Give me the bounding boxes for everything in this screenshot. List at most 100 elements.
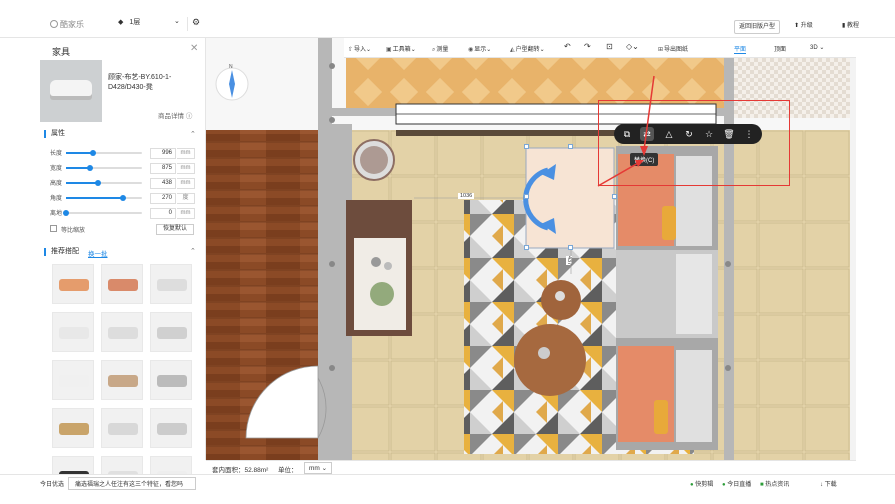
rec-item[interactable] xyxy=(101,312,143,352)
rec-item[interactable] xyxy=(150,408,192,448)
prop-label: 高度 xyxy=(50,181,63,187)
refresh-rec-link[interactable]: 换一批 xyxy=(88,248,108,258)
annotation-arrows xyxy=(597,75,655,187)
slider-fill xyxy=(66,197,123,199)
slider-knob[interactable] xyxy=(87,165,94,171)
prop-value[interactable]: 875 xyxy=(150,163,176,174)
slider-knob[interactable] xyxy=(90,150,97,156)
chevron-up-icon[interactable]: ⌃ xyxy=(190,247,196,255)
view-tabs: 平面 顶面 3D ⌄ xyxy=(726,38,856,58)
redo-icon[interactable]: ↷ xyxy=(584,42,591,51)
resize-handle[interactable] xyxy=(524,144,529,149)
prop-value[interactable]: 438 xyxy=(150,178,176,189)
floor-label: 1层 xyxy=(129,19,141,26)
rec-item[interactable] xyxy=(150,264,192,304)
app-window: 酷家乐 ◆ 1层 ⌄ ⚙ 返回旧版户型 ⬆ 升级 ▮ 教程 家具 ✕ 顾家-布艺… xyxy=(0,0,895,504)
tab-ceiling[interactable]: 顶面 xyxy=(774,44,786,53)
quick-edit[interactable]: ● 快剪辑 xyxy=(690,479,713,488)
rec-item-image xyxy=(157,279,187,291)
logo[interactable]: 酷家乐 xyxy=(50,19,84,30)
display-button[interactable]: ◉显示⌄ xyxy=(468,44,491,53)
rec-item[interactable] xyxy=(52,408,94,448)
rec-item-image xyxy=(59,375,89,387)
rec-item-image xyxy=(108,423,138,435)
product-detail-link[interactable]: 商品详情 ⓘ xyxy=(158,110,192,120)
return-old-button[interactable]: 返回旧版户型 xyxy=(734,20,781,34)
chevron-up-icon[interactable]: ⌃ xyxy=(190,130,196,138)
prop-unit: mm xyxy=(177,208,195,219)
tab-plan[interactable]: 平面 xyxy=(734,44,747,54)
hot-news[interactable]: ■ 热点资讯 xyxy=(760,479,789,488)
rec-header: 推荐搭配 xyxy=(44,248,79,256)
prop-value[interactable]: 270 xyxy=(150,193,176,204)
prop-slider[interactable] xyxy=(63,210,142,216)
import-icon: ⇧ xyxy=(348,47,354,53)
toolbox-icon: ▣ xyxy=(386,47,392,53)
lock-ratio-label: 等比缩放 xyxy=(61,228,86,234)
slider-knob[interactable] xyxy=(63,210,69,216)
lock-ratio-checkbox[interactable] xyxy=(50,225,57,232)
undo-icon[interactable]: ↶ xyxy=(564,42,571,51)
rec-item-image xyxy=(157,423,187,435)
measure-icon: ⌕ xyxy=(432,47,436,53)
prop-slider[interactable] xyxy=(66,165,142,171)
check-icon: ● xyxy=(690,482,694,488)
rec-item[interactable] xyxy=(101,360,143,400)
prop-slider[interactable] xyxy=(66,195,142,201)
panel-title: 家具 xyxy=(52,47,71,57)
news-ticker[interactable]: 痛选福瑞之人任注有这三个特征，看您吗 xyxy=(68,477,196,490)
reset-button[interactable]: 恢复默认 xyxy=(156,224,194,235)
tools-button[interactable]: ▣工具箱⌄ xyxy=(386,44,416,53)
layers-icon: ◆ xyxy=(118,19,124,26)
live-link[interactable]: ● 今日直播 xyxy=(722,479,751,488)
rec-item[interactable] xyxy=(52,312,94,352)
rec-item[interactable] xyxy=(52,360,94,400)
gear-icon[interactable]: ⚙ xyxy=(192,17,200,28)
eye-icon: ◉ xyxy=(468,47,474,53)
news-icon: ■ xyxy=(760,482,764,488)
measure-button[interactable]: ⌕测量 xyxy=(432,44,448,54)
rec-item[interactable] xyxy=(150,312,192,352)
resize-handle[interactable] xyxy=(524,194,529,199)
save-icon[interactable]: ⊡ xyxy=(606,42,613,51)
news-label[interactable]: 今日优选 xyxy=(40,479,64,488)
close-icon[interactable]: ✕ xyxy=(190,43,198,54)
prop-slider[interactable] xyxy=(66,180,142,186)
resize-handle[interactable] xyxy=(568,245,573,250)
tutorial-button[interactable]: ▮ 教程 xyxy=(838,20,863,34)
prop-value[interactable]: 996 xyxy=(150,148,176,159)
import-button[interactable]: ⇧导入⌄ xyxy=(348,44,371,53)
product-thumbnail xyxy=(40,60,102,122)
resize-handle[interactable] xyxy=(524,245,529,250)
flip-button[interactable]: ◭户型翻转⌄ xyxy=(510,44,545,53)
compass[interactable] xyxy=(216,68,248,100)
export-button[interactable]: ⊞导出图纸 xyxy=(658,44,688,53)
prop-slider[interactable] xyxy=(66,150,142,156)
unit-label: 单位： xyxy=(278,467,298,474)
chevron-down-icon: ⌄ xyxy=(174,18,180,25)
prop-label: 宽度 xyxy=(50,166,63,172)
eraser-icon[interactable]: ◇⌄ xyxy=(626,42,639,51)
check-icon: ● xyxy=(722,482,726,488)
upgrade-button[interactable]: ⬆ 升级 xyxy=(790,20,817,34)
prop-label: 角度 xyxy=(50,196,63,202)
download-link[interactable]: ↓ 下载 xyxy=(820,479,837,488)
prop-value[interactable]: 0 xyxy=(150,208,176,219)
logo-icon xyxy=(50,20,58,28)
floorplan-canvas[interactable]: 1036 437 N ⇧导入⌄ ▣工具箱⌄ ⌕测量 ◉显示⌄ ◭户型翻转⌄ ↶ … xyxy=(206,38,856,460)
floor-selector[interactable]: ◆ 1层 ⌄ xyxy=(118,17,188,31)
rec-item[interactable] xyxy=(101,408,143,448)
prop-label: 离地 xyxy=(50,211,63,217)
flip-icon: ◭ xyxy=(510,47,515,53)
rec-item-image xyxy=(157,375,187,387)
rec-item[interactable] xyxy=(52,264,94,304)
slider-knob[interactable] xyxy=(120,195,126,201)
unit-select[interactable]: mm ⌄ xyxy=(304,462,333,474)
tab-3d[interactable]: 3D ⌄ xyxy=(810,44,824,51)
resize-handle[interactable] xyxy=(568,144,573,149)
slider-knob[interactable] xyxy=(94,180,101,186)
product-image xyxy=(50,80,92,96)
rec-item[interactable] xyxy=(150,360,192,400)
rec-item[interactable] xyxy=(101,264,143,304)
product-name: 顾家-布艺-BY.610-1-D428/D430-凳 xyxy=(108,74,172,91)
